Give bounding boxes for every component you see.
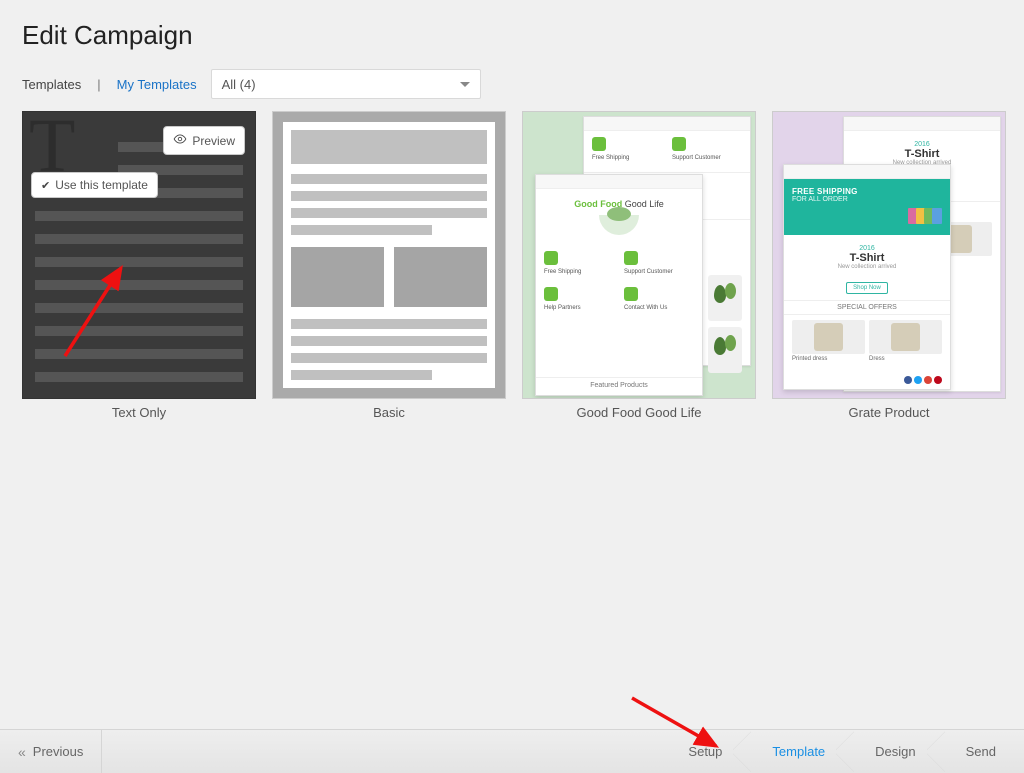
previous-label: Previous: [33, 744, 84, 759]
template-label: Text Only: [112, 405, 166, 420]
template-card-basic[interactable]: Basic: [272, 111, 506, 420]
step-send[interactable]: Send: [944, 730, 1024, 773]
check-icon: [41, 178, 50, 192]
templates-grid: T Preview Use this template: [22, 111, 1002, 420]
previous-button[interactable]: Previous: [0, 730, 102, 773]
page-title: Edit Campaign: [22, 20, 1002, 51]
front-sheet: FREE SHIPPING FOR ALL ORDER 2016 T-Shirt…: [783, 164, 951, 390]
template-card-grate-product[interactable]: 2016 T-Shirt New collection arrived Shop…: [772, 111, 1006, 420]
tab-templates[interactable]: Templates: [22, 77, 81, 92]
preview-label: Preview: [192, 134, 235, 148]
template-thumb: [272, 111, 506, 399]
step-design[interactable]: Design: [853, 730, 943, 773]
chevron-down-icon: [460, 82, 470, 87]
step-template[interactable]: Template: [750, 730, 853, 773]
filter-dropdown[interactable]: All (4): [211, 69, 481, 99]
filter-selected: All (4): [222, 77, 256, 92]
eye-icon: [173, 132, 187, 149]
template-label: Good Food Good Life: [576, 405, 701, 420]
template-label: Grate Product: [849, 405, 930, 420]
step-setup[interactable]: Setup: [666, 730, 750, 773]
double-chevron-left-icon: [18, 744, 29, 760]
wizard-footer: Previous Setup Template Design Send: [0, 729, 1024, 773]
preview-button[interactable]: Preview: [163, 126, 245, 155]
use-template-label: Use this template: [55, 178, 148, 192]
template-card-good-food[interactable]: Free ShippingSupport Customer Contact Wi…: [522, 111, 756, 420]
tab-my-templates[interactable]: My Templates: [117, 77, 197, 92]
use-template-button[interactable]: Use this template: [31, 172, 158, 198]
template-thumb: 2016 T-Shirt New collection arrived Shop…: [772, 111, 1006, 399]
template-label: Basic: [373, 405, 405, 420]
template-card-text-only[interactable]: T Preview Use this template: [22, 111, 256, 420]
top-controls: Templates | My Templates All (4): [22, 69, 1002, 99]
tab-separator: |: [97, 77, 100, 92]
front-sheet: Good Food Good Life Free ShippingSupport…: [535, 174, 703, 396]
wizard-steps: Setup Template Design Send: [666, 730, 1024, 773]
template-thumb: Free ShippingSupport Customer Contact Wi…: [522, 111, 756, 399]
template-thumb: T Preview Use this template: [22, 111, 256, 399]
